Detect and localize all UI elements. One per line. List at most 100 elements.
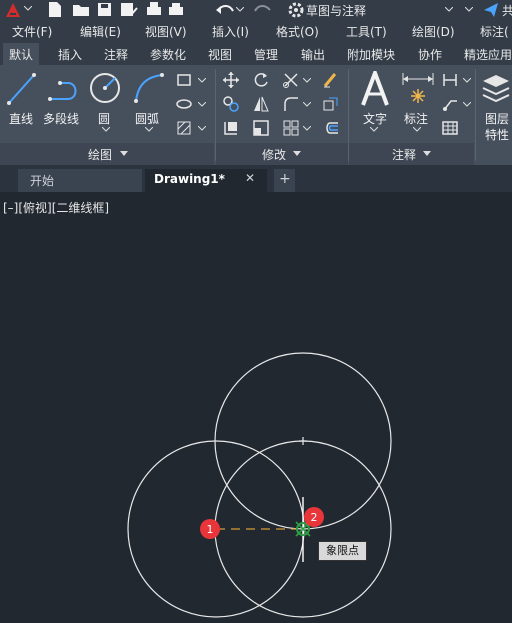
add-tab-button[interactable]: + bbox=[274, 169, 295, 192]
arc-dropdown-icon[interactable] bbox=[145, 127, 153, 133]
trim-dropdown-icon[interactable] bbox=[303, 78, 311, 84]
rectangle-dropdown-icon[interactable] bbox=[198, 78, 206, 84]
move-icon[interactable] bbox=[222, 71, 240, 89]
modify-panel-title[interactable]: 修改 bbox=[262, 146, 286, 163]
tab-parametric[interactable]: 参数化 bbox=[150, 46, 186, 63]
menu-file[interactable]: 文件(F) bbox=[12, 23, 52, 40]
share-label[interactable]: 共 bbox=[502, 2, 512, 19]
erase-icon[interactable] bbox=[322, 71, 340, 89]
undo-dropdown-icon[interactable] bbox=[236, 7, 244, 13]
print-icon[interactable] bbox=[168, 2, 184, 17]
draw-panel-title[interactable]: 绘图 bbox=[88, 146, 112, 163]
tab-drawing1[interactable]: Drawing1* ✕ bbox=[145, 169, 267, 192]
dimension-icon[interactable] bbox=[400, 71, 436, 105]
polyline-tool-label[interactable]: 多段线 bbox=[43, 110, 79, 127]
text-icon[interactable] bbox=[360, 71, 390, 107]
tab-output[interactable]: 输出 bbox=[301, 46, 325, 63]
ellipse-icon[interactable] bbox=[175, 95, 193, 113]
menu-bar: 文件(F) 编辑(E) 视图(V) 插入(I) 格式(O) 工具(T) 绘图(D… bbox=[0, 20, 512, 41]
annotation-panel-title[interactable]: 注释 bbox=[392, 146, 416, 163]
undo-icon[interactable] bbox=[215, 3, 235, 16]
tab-insert[interactable]: 插入 bbox=[58, 46, 82, 63]
tab-start-label: 开始 bbox=[30, 174, 55, 188]
mirror-icon[interactable] bbox=[252, 95, 270, 113]
arc-tool-label[interactable]: 圆弧 bbox=[135, 110, 159, 127]
text-tool-label[interactable]: 文字 bbox=[363, 110, 387, 127]
tab-addins[interactable]: 附加模块 bbox=[347, 46, 395, 63]
array-icon[interactable] bbox=[282, 119, 300, 137]
tab-drawing1-label: Drawing1* bbox=[154, 172, 225, 186]
tab-view[interactable]: 视图 bbox=[208, 46, 232, 63]
circle-tool-label[interactable]: 圆 bbox=[98, 110, 110, 127]
menu-tools[interactable]: 工具(T) bbox=[346, 23, 387, 40]
scale-icon[interactable] bbox=[252, 119, 270, 137]
tab-manage[interactable]: 管理 bbox=[254, 46, 278, 63]
customize-dropdown-icon[interactable] bbox=[465, 7, 473, 13]
array-dropdown-icon[interactable] bbox=[303, 126, 311, 132]
hatch-icon[interactable] bbox=[175, 119, 193, 137]
share-icon[interactable] bbox=[483, 2, 499, 18]
tab-collaborate[interactable]: 协作 bbox=[418, 46, 442, 63]
copy-icon[interactable] bbox=[222, 95, 240, 113]
modify-panel-expand-icon[interactable] bbox=[293, 151, 301, 157]
layer-properties-label-2[interactable]: 特性 bbox=[485, 126, 509, 143]
step-marker-1-label: 1 bbox=[207, 523, 214, 536]
tab-start[interactable]: 开始 bbox=[18, 169, 142, 192]
arc-icon[interactable] bbox=[132, 71, 166, 105]
workspace-gear-icon[interactable] bbox=[288, 2, 304, 18]
polyline-icon[interactable] bbox=[46, 73, 82, 105]
line-icon[interactable] bbox=[6, 71, 38, 107]
text-dropdown-icon[interactable] bbox=[370, 127, 378, 133]
stretch-icon[interactable] bbox=[222, 119, 240, 137]
new-file-icon[interactable] bbox=[48, 1, 62, 18]
workspace-switcher[interactable]: 草图与注释 bbox=[306, 2, 366, 19]
drawing-viewport[interactable]: [–][俯视][二维线框] 1 2 bbox=[0, 192, 512, 623]
table-icon[interactable] bbox=[441, 119, 459, 137]
autocad-logo-icon[interactable] bbox=[4, 2, 24, 18]
plus-icon: + bbox=[279, 171, 291, 187]
close-icon[interactable]: ✕ bbox=[245, 171, 255, 185]
tab-default[interactable]: 默认 bbox=[3, 43, 40, 65]
linear-dropdown-icon[interactable] bbox=[463, 78, 471, 84]
open-folder-icon[interactable] bbox=[72, 2, 90, 17]
fillet-icon[interactable] bbox=[282, 95, 300, 113]
workspace-dropdown-icon[interactable] bbox=[445, 7, 453, 13]
hatch-dropdown-icon[interactable] bbox=[198, 126, 206, 132]
rectangle-icon[interactable] bbox=[175, 71, 193, 89]
tab-featured-apps[interactable]: 精选应用 bbox=[464, 46, 512, 63]
plot-icon[interactable] bbox=[145, 1, 163, 18]
redo-icon[interactable] bbox=[253, 3, 273, 16]
save-as-icon[interactable] bbox=[120, 2, 138, 17]
ribbon-panel-area: 直线 多段线 圆 圆弧 绘图 修改 文字 标注 注释 图层 特性 bbox=[0, 65, 512, 165]
menu-insert[interactable]: 插入(I) bbox=[212, 23, 249, 40]
rotate-icon[interactable] bbox=[252, 71, 270, 89]
menu-edit[interactable]: 编辑(E) bbox=[80, 23, 121, 40]
menu-format[interactable]: 格式(O) bbox=[276, 23, 319, 40]
circle-dropdown-icon[interactable] bbox=[102, 127, 110, 133]
draw-panel-expand-icon[interactable] bbox=[120, 151, 128, 157]
panel-divider bbox=[475, 69, 476, 161]
drawing-canvas[interactable]: 1 2 bbox=[0, 192, 512, 623]
offset-icon[interactable] bbox=[322, 119, 340, 137]
fillet-dropdown-icon[interactable] bbox=[303, 102, 311, 108]
tab-annotate[interactable]: 注释 bbox=[104, 46, 128, 63]
menu-dimension[interactable]: 标注( bbox=[480, 23, 509, 40]
save-icon[interactable] bbox=[97, 2, 112, 17]
chevron-down-icon[interactable] bbox=[24, 6, 32, 12]
menu-draw[interactable]: 绘图(D) bbox=[412, 23, 455, 40]
menu-view[interactable]: 视图(V) bbox=[145, 23, 187, 40]
layer-properties-label[interactable]: 图层 bbox=[485, 110, 509, 127]
leader-dropdown-icon[interactable] bbox=[463, 102, 471, 108]
annotation-panel-expand-icon[interactable] bbox=[423, 151, 431, 157]
dimension-tool-label[interactable]: 标注 bbox=[404, 110, 428, 127]
step-marker-2-label: 2 bbox=[311, 511, 318, 524]
explode-icon[interactable] bbox=[322, 95, 340, 113]
dimension-dropdown-icon[interactable] bbox=[413, 127, 421, 133]
linear-dimension-icon[interactable] bbox=[441, 71, 459, 89]
leader-icon[interactable] bbox=[441, 95, 459, 113]
layer-properties-icon[interactable] bbox=[481, 71, 511, 105]
line-tool-label[interactable]: 直线 bbox=[9, 110, 33, 127]
circle-icon[interactable] bbox=[88, 71, 122, 105]
ellipse-dropdown-icon[interactable] bbox=[198, 102, 206, 108]
trim-icon[interactable] bbox=[282, 71, 300, 89]
